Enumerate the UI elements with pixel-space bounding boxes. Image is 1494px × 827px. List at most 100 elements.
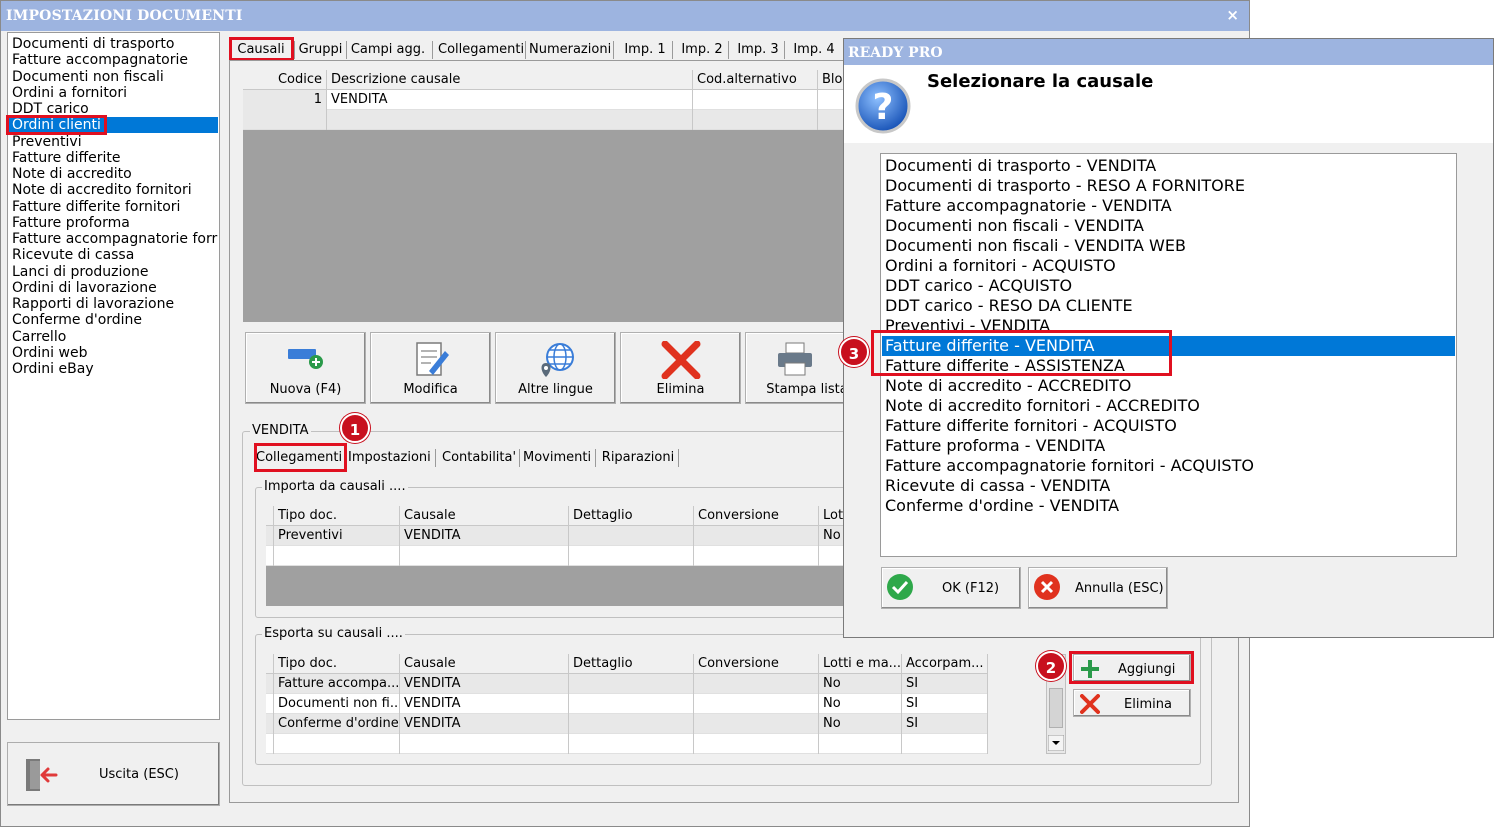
subtab-collegamenti[interactable]: Collegamenti — [256, 448, 342, 468]
export-delete-button[interactable]: Elimina — [1073, 689, 1191, 717]
document-type-item[interactable]: Documenti di trasporto — [12, 36, 174, 52]
subtab-riparazioni[interactable]: Riparazioni — [600, 448, 676, 468]
tab-imp-1[interactable]: Imp. 1 — [621, 40, 669, 60]
step-badge-2: 2 — [1036, 651, 1066, 681]
column-header[interactable]: Conversione — [694, 654, 819, 674]
import-grid[interactable]: Tipo doc. Causale Dettaglio Conversione … — [266, 506, 844, 606]
column-header[interactable]: Conversione — [694, 506, 819, 526]
tab-imp-2[interactable]: Imp. 2 — [678, 40, 726, 60]
column-header[interactable]: Dettaglio — [569, 654, 694, 674]
document-type-item[interactable]: Fatture proforma — [12, 215, 130, 231]
document-type-item[interactable]: Carrello — [12, 329, 66, 345]
table-row[interactable]: Conferme d'ordine VENDITA No SI — [266, 714, 988, 734]
table-row-empty[interactable] — [266, 546, 844, 566]
column-header[interactable]: Causale — [400, 654, 569, 674]
document-type-item[interactable]: Rapporti di lavorazione — [12, 296, 174, 312]
document-type-item[interactable]: Fatture differite fornitori — [12, 199, 180, 215]
scrollbar-thumb[interactable] — [1049, 688, 1063, 728]
causale-option[interactable]: Fatture accompagnatorie - VENDITA — [885, 196, 1455, 216]
document-type-item[interactable]: Ordini di lavorazione — [12, 280, 157, 296]
cancel-button-label: Annulla (ESC) — [1075, 581, 1164, 596]
table-row-empty[interactable] — [243, 110, 843, 130]
causale-option[interactable]: Documenti di trasporto - RESO A FORNITOR… — [885, 176, 1455, 196]
document-type-list[interactable]: Documenti di trasporto Fatture accompagna… — [7, 32, 220, 720]
table-row[interactable]: Preventivi VENDITA No — [266, 526, 844, 546]
document-type-item[interactable]: Note di accredito fornitori — [12, 182, 192, 198]
print-list-button[interactable]: Stampa lista — [745, 332, 848, 404]
causale-option[interactable]: Documenti non fiscali - VENDITA WEB — [885, 236, 1455, 256]
column-header[interactable]: Cod.alternativo — [693, 70, 818, 90]
document-type-item[interactable]: Conferme d'ordine — [12, 312, 142, 328]
causale-option[interactable]: Fatture differite - VENDITA — [882, 336, 1455, 356]
delete-button[interactable]: Elimina — [620, 332, 741, 404]
document-type-item[interactable]: Ordini a fornitori — [12, 85, 127, 101]
column-header[interactable]: Bloc — [818, 70, 843, 90]
add-button[interactable]: Aggiungi — [1073, 654, 1191, 682]
document-type-item[interactable]: Ordini clienti — [9, 117, 218, 134]
column-header[interactable]: Lott — [819, 506, 844, 526]
causale-option[interactable]: Preventivi - VENDITA — [885, 316, 1455, 336]
edit-button[interactable]: Modifica — [370, 332, 491, 404]
causale-option[interactable]: Note di accredito - ACCREDITO — [885, 376, 1455, 396]
close-icon[interactable]: × — [1226, 6, 1239, 24]
tab-imp-3[interactable]: Imp. 3 — [734, 40, 782, 60]
causale-option[interactable]: Fatture differite - ASSISTENZA — [885, 356, 1455, 376]
column-header[interactable]: Codice — [243, 70, 327, 90]
document-type-item[interactable]: Preventivi — [12, 134, 82, 150]
column-header[interactable]: Dettaglio — [569, 506, 694, 526]
red-x-icon — [661, 341, 700, 379]
table-row[interactable]: Fatture accompa... VENDITA No SI — [266, 674, 988, 694]
tab-gruppi[interactable]: Gruppi — [297, 40, 344, 60]
dialog-titlebar: READY PRO — [844, 39, 1493, 65]
tab-imp-4[interactable]: Imp. 4 — [790, 40, 838, 60]
cancel-button[interactable]: Annulla (ESC) — [1028, 567, 1168, 609]
document-type-item[interactable]: Ricevute di cassa — [12, 247, 134, 263]
subtab-impostazioni[interactable]: Impostazioni — [348, 448, 431, 468]
exit-button[interactable]: Uscita (ESC) — [7, 742, 220, 806]
other-languages-button[interactable]: Altre lingue — [495, 332, 616, 404]
table-row[interactable]: 1 VENDITA — [243, 90, 843, 110]
column-header[interactable]: Causale — [400, 506, 569, 526]
causale-options-list[interactable]: Documenti di trasporto - VENDITA Document… — [880, 153, 1457, 557]
causale-option[interactable]: Fatture accompagnatorie fornitori - ACQU… — [885, 456, 1455, 476]
tab-campi-agg[interactable]: Campi agg. — [349, 40, 427, 60]
causale-option[interactable]: Ricevute di cassa - VENDITA — [885, 476, 1455, 496]
causale-option[interactable]: Fatture differite fornitori - ACQUISTO — [885, 416, 1455, 436]
causale-option[interactable]: Documenti di trasporto - VENDITA — [885, 156, 1455, 176]
document-type-item[interactable]: Ordini web — [12, 345, 87, 361]
table-row[interactable]: Documenti non fi... VENDITA No SI — [266, 694, 988, 714]
document-type-item[interactable]: Fatture accompagnatorie — [12, 52, 188, 68]
column-header[interactable]: Tipo doc. — [274, 506, 400, 526]
causale-option[interactable]: Note di accredito fornitori - ACCREDITO — [885, 396, 1455, 416]
document-type-item[interactable]: Lanci di produzione — [12, 264, 148, 280]
causale-option[interactable]: Ordini a fornitori - ACQUISTO — [885, 256, 1455, 276]
causale-option[interactable]: DDT carico - ACQUISTO — [885, 276, 1455, 296]
causale-option[interactable]: DDT carico - RESO DA CLIENTE — [885, 296, 1455, 316]
causale-option[interactable]: Fatture proforma - VENDITA — [885, 436, 1455, 456]
column-header[interactable]: Accorpam... — [902, 654, 988, 674]
ok-button[interactable]: OK (F12) — [881, 567, 1021, 609]
causale-option[interactable]: Conferme d'ordine - VENDITA — [885, 496, 1455, 516]
document-type-item[interactable]: DDT carico — [12, 101, 89, 117]
export-grid[interactable]: Tipo doc. Causale Dettaglio Conversione … — [266, 654, 988, 754]
document-type-item[interactable]: Fatture accompagnatorie forr — [12, 231, 217, 247]
tab-numerazioni[interactable]: Numerazioni — [529, 40, 611, 60]
scroll-down-icon[interactable] — [1048, 735, 1064, 751]
question-icon: ? — [855, 78, 911, 134]
subtab-contabilita[interactable]: Contabilita' — [442, 448, 516, 468]
causali-grid[interactable]: Codice Descrizione causale Cod.alternati… — [243, 70, 843, 322]
tab-causali[interactable]: Causali — [231, 40, 291, 60]
table-row-empty[interactable] — [266, 734, 988, 754]
subtab-movimenti[interactable]: Movimenti — [523, 448, 591, 468]
document-type-item[interactable]: Fatture differite — [12, 150, 121, 166]
document-type-item[interactable]: Documenti non fiscali — [12, 69, 164, 85]
document-type-item[interactable]: Note di accredito — [12, 166, 132, 182]
new-button[interactable]: Nuova (F4) — [245, 332, 366, 404]
column-header[interactable]: Descrizione causale — [327, 70, 693, 90]
tab-collegamenti[interactable]: Collegamenti — [438, 40, 524, 60]
export-delete-button-label: Elimina — [1124, 697, 1172, 712]
column-header[interactable]: Tipo doc. — [274, 654, 400, 674]
causale-option[interactable]: Documenti non fiscali - VENDITA — [885, 216, 1455, 236]
document-type-item[interactable]: Ordini eBay — [12, 361, 94, 377]
column-header[interactable]: Lotti e ma... — [819, 654, 902, 674]
